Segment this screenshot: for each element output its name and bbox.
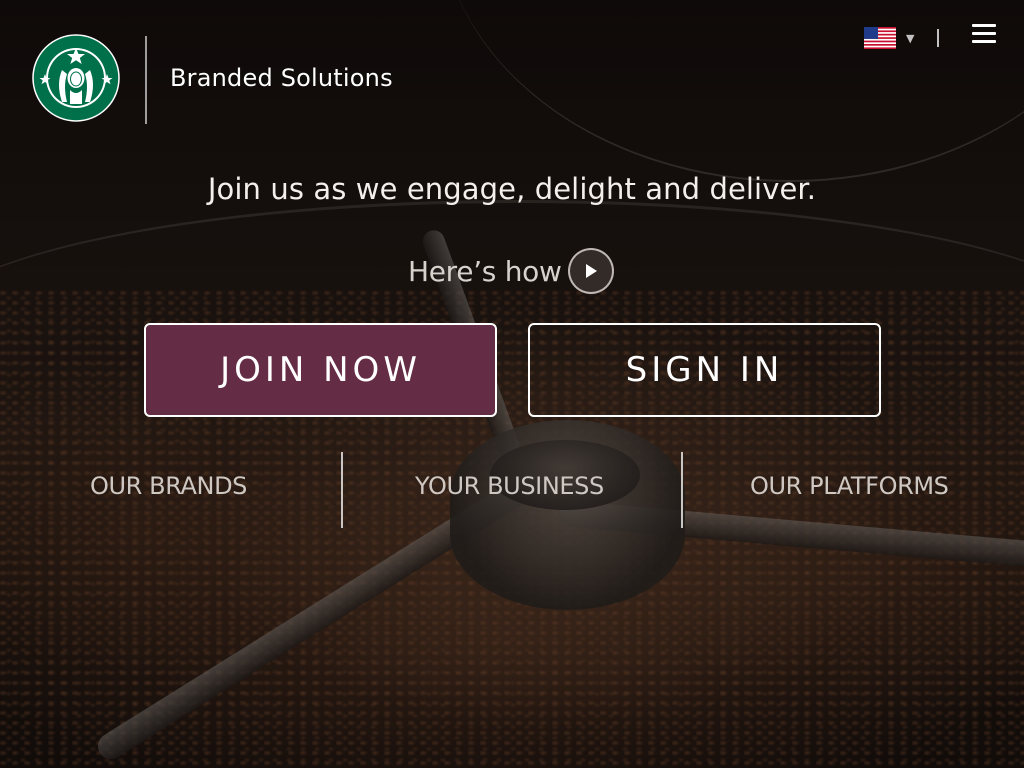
heres-how-video-link[interactable]: Here’s how <box>408 246 614 296</box>
sign-in-button[interactable]: SIGN IN <box>528 323 881 417</box>
join-now-button[interactable]: JOIN NOW <box>144 323 497 417</box>
locale-selector[interactable]: ▼ <box>864 26 920 50</box>
hamburger-menu-icon[interactable] <box>972 22 998 48</box>
nav-our-brands[interactable]: OUR BRANDS <box>90 472 247 500</box>
play-icon[interactable] <box>567 248 614 294</box>
page: Branded Solutions ▼ Join us as we engage… <box>0 0 1024 768</box>
hero-tagline: Join us as we engage, delight and delive… <box>207 172 817 206</box>
nav-your-business[interactable]: YOUR BUSINESS <box>415 472 604 500</box>
heres-how-label: Here’s how <box>408 254 562 288</box>
section-nav: OUR BRANDS YOUR BUSINESS OUR PLATFORMS <box>0 452 1024 528</box>
header-separator <box>937 29 939 47</box>
header-divider <box>145 36 147 124</box>
site-title[interactable]: Branded Solutions <box>170 64 393 92</box>
nav-separator <box>681 452 683 528</box>
chevron-down-icon: ▼ <box>906 31 915 45</box>
starbucks-siren-icon <box>32 34 120 122</box>
nav-our-platforms[interactable]: OUR PLATFORMS <box>750 472 949 500</box>
us-flag-icon <box>864 27 896 49</box>
nav-separator <box>341 452 343 528</box>
starbucks-logo[interactable] <box>32 34 120 122</box>
